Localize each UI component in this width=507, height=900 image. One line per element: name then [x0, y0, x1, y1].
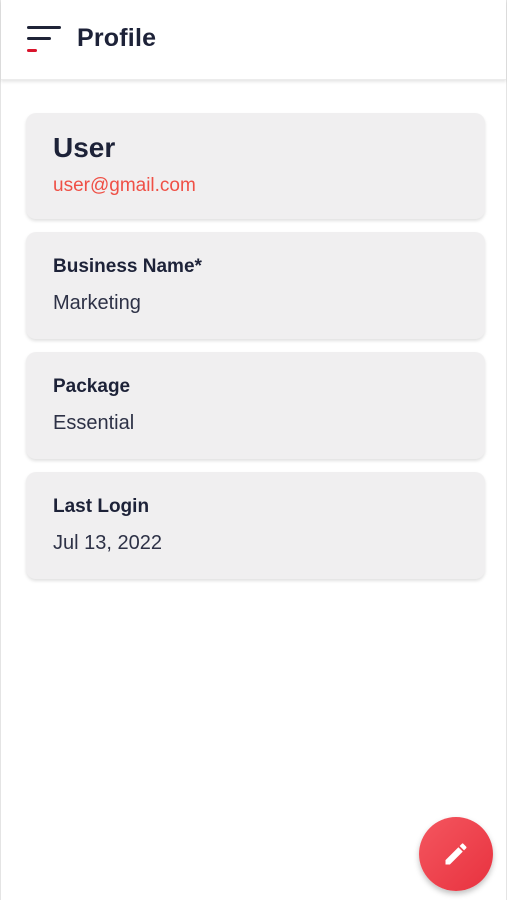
menu-line [27, 26, 61, 29]
business-name-card: Business Name* Marketing [26, 232, 485, 339]
menu-line [27, 49, 37, 52]
user-email[interactable]: user@gmail.com [53, 175, 196, 197]
app-bar: Profile [1, 0, 506, 80]
package-card: Package Essential [26, 352, 485, 459]
package-label: Package [53, 376, 131, 397]
profile-content: User user@gmail.com Business Name* Marke… [26, 113, 485, 592]
page-title: Profile [77, 24, 157, 52]
last-login-value: Jul 13, 2022 [53, 532, 162, 554]
last-login-card: Last Login Jul 13, 2022 [26, 472, 485, 579]
pencil-icon [445, 843, 467, 865]
profile-screen: Profile User user@gmail.com Business Nam… [0, 0, 507, 900]
edit-profile-button[interactable] [419, 817, 493, 891]
menu-line [27, 37, 51, 40]
user-name: User [53, 132, 116, 163]
user-card: User user@gmail.com [26, 113, 485, 219]
package-value: Essential [53, 412, 135, 434]
business-name-value: Marketing [53, 292, 141, 314]
business-name-label: Business Name* [53, 256, 202, 277]
hamburger-menu-icon[interactable] [23, 22, 65, 60]
last-login-label: Last Login [53, 496, 150, 517]
